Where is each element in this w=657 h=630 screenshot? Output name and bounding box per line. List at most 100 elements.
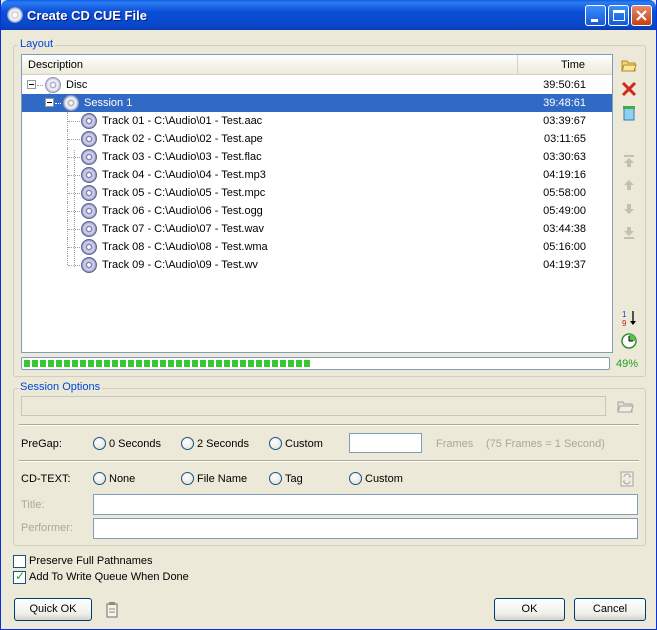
track-time: 03:11:65 — [543, 133, 586, 145]
tree-line — [68, 139, 80, 140]
tree-line — [37, 85, 43, 86]
tree-row-track[interactable]: Track 03 - C:\Audio\03 - Test.flac 03:30… — [22, 148, 612, 166]
progress-percent: 49% — [616, 358, 639, 370]
pregap-2-seconds-radio[interactable] — [181, 437, 194, 450]
title-bar[interactable]: Create CD CUE File — [1, 0, 656, 30]
track-time: 05:16:00 — [543, 241, 586, 253]
tree-line — [68, 265, 80, 266]
progress-bar — [21, 357, 610, 370]
audio-track-icon — [81, 203, 97, 219]
delete-icon[interactable] — [621, 81, 637, 97]
title-label: Title: — [21, 499, 45, 511]
title-input[interactable] — [94, 495, 637, 514]
ok-button[interactable]: OK — [494, 598, 565, 621]
tree-row-track[interactable]: Track 07 - C:\Audio\07 - Test.wav 03:44:… — [22, 220, 612, 238]
tree-row-disc[interactable]: Disc 39:50:61 — [22, 76, 612, 94]
move-top-icon[interactable] — [621, 153, 637, 169]
session-label: Session 1 — [84, 97, 133, 109]
cancel-button[interactable]: Cancel — [574, 598, 646, 621]
performer-field[interactable] — [93, 518, 638, 539]
tree-row-session[interactable]: Session 1 39:48:61 — [22, 94, 612, 112]
cdtext-none-radio[interactable] — [93, 472, 106, 485]
quick-ok-button[interactable]: Quick OK — [14, 598, 92, 621]
tree-row-track[interactable]: Track 08 - C:\Audio\08 - Test.wma 05:16:… — [22, 238, 612, 256]
frames-hint: (75 Frames = 1 Second) — [486, 438, 605, 450]
sort-icon[interactable]: 19 — [621, 309, 637, 328]
cdtext-filename-label[interactable]: File Name — [197, 473, 247, 485]
tree-row-track[interactable]: Track 06 - C:\Audio\06 - Test.ogg 05:49:… — [22, 202, 612, 220]
column-description[interactable]: Description — [22, 55, 518, 75]
performer-input[interactable] — [94, 519, 637, 538]
clear-icon[interactable] — [621, 105, 637, 121]
progress-fill — [24, 360, 310, 367]
track-time: 05:58:00 — [543, 187, 586, 199]
cd-icon — [7, 7, 23, 23]
cdtext-custom-radio[interactable] — [349, 472, 362, 485]
pregap-0-seconds-radio[interactable] — [93, 437, 106, 450]
track-label: Track 08 - C:\Audio\08 - Test.wma — [102, 241, 268, 253]
track-time: 03:30:63 — [543, 151, 586, 163]
tree-row-track[interactable]: Track 09 - C:\Audio\09 - Test.wv 04:19:3… — [22, 256, 612, 274]
pregap-custom-label[interactable]: Custom — [285, 438, 323, 450]
minimize-button[interactable] — [585, 5, 606, 26]
track-label: Track 06 - C:\Audio\06 - Test.ogg — [102, 205, 263, 217]
pregap-0-seconds-label[interactable]: 0 Seconds — [109, 438, 161, 450]
cdtext-filename-radio[interactable] — [181, 472, 194, 485]
open-folder-icon[interactable] — [621, 57, 637, 73]
session-path-field[interactable] — [21, 396, 606, 416]
audio-track-icon — [81, 239, 97, 255]
create-cue-dialog: Create CD CUE File Layout Description Ti… — [0, 0, 657, 630]
add-to-queue-checkbox[interactable]: ✓ — [13, 569, 26, 584]
audio-track-icon — [81, 149, 97, 165]
collapse-icon[interactable] — [45, 98, 54, 107]
move-down-icon[interactable] — [621, 201, 637, 217]
track-time: 04:19:37 — [543, 259, 586, 271]
tree-line — [55, 103, 61, 104]
title-field[interactable] — [93, 494, 638, 515]
session-options-label: Session Options — [18, 381, 103, 393]
track-label: Track 03 - C:\Audio\03 - Test.flac — [102, 151, 262, 163]
window-title: Create CD CUE File — [27, 8, 147, 23]
disc-label: Disc — [66, 79, 88, 91]
disc-icon — [45, 77, 61, 93]
pregap-2-seconds-label[interactable]: 2 Seconds — [197, 438, 249, 450]
session-path-input[interactable] — [22, 397, 605, 415]
tree-row-track[interactable]: Track 02 - C:\Audio\02 - Test.ape 03:11:… — [22, 130, 612, 148]
frames-input[interactable] — [350, 434, 421, 452]
preserve-pathnames-checkbox[interactable] — [13, 555, 26, 568]
tree-line — [68, 193, 80, 194]
svg-text:9: 9 — [622, 319, 627, 327]
clock-icon[interactable] — [621, 333, 637, 349]
maximize-button[interactable] — [608, 5, 629, 26]
move-bottom-icon[interactable] — [621, 225, 637, 241]
audio-track-icon — [81, 221, 97, 237]
track-time: 03:39:67 — [543, 115, 586, 127]
separator — [19, 424, 639, 426]
cdtext-tag-label[interactable]: Tag — [285, 473, 303, 485]
cdtext-tag-radio[interactable] — [269, 472, 282, 485]
track-label: Track 04 - C:\Audio\04 - Test.mp3 — [102, 169, 266, 181]
session-time: 39:48:61 — [543, 97, 586, 109]
tree-row-track[interactable]: Track 05 - C:\Audio\05 - Test.mpc 05:58:… — [22, 184, 612, 202]
tree-row-track[interactable]: Track 04 - C:\Audio\04 - Test.mp3 04:19:… — [22, 166, 612, 184]
cdtext-custom-label[interactable]: Custom — [365, 473, 403, 485]
pregap-label: PreGap: — [21, 438, 62, 450]
disc-time: 39:50:61 — [543, 79, 586, 91]
collapse-icon[interactable] — [27, 80, 36, 89]
clipboard-icon[interactable] — [105, 602, 121, 618]
frames-field[interactable] — [349, 433, 422, 453]
refresh-tags-icon[interactable] — [620, 471, 636, 487]
tree-line — [68, 175, 80, 176]
browse-folder-icon[interactable] — [617, 398, 634, 414]
tree-line — [68, 211, 80, 212]
column-time[interactable]: Time — [518, 55, 613, 75]
tree-row-track[interactable]: Track 01 - C:\Audio\01 - Test.aac 03:39:… — [22, 112, 612, 130]
close-button[interactable] — [631, 5, 652, 26]
cdtext-none-label[interactable]: None — [109, 473, 135, 485]
add-to-queue-label[interactable]: Add To Write Queue When Done — [29, 571, 189, 583]
move-up-icon[interactable] — [621, 177, 637, 193]
preserve-pathnames-label[interactable]: Preserve Full Pathnames — [29, 555, 153, 567]
track-label: Track 09 - C:\Audio\09 - Test.wv — [102, 259, 258, 271]
layout-tree[interactable]: Description Time Disc 39:50:61 Session 1… — [21, 54, 613, 353]
pregap-custom-radio[interactable] — [269, 437, 282, 450]
